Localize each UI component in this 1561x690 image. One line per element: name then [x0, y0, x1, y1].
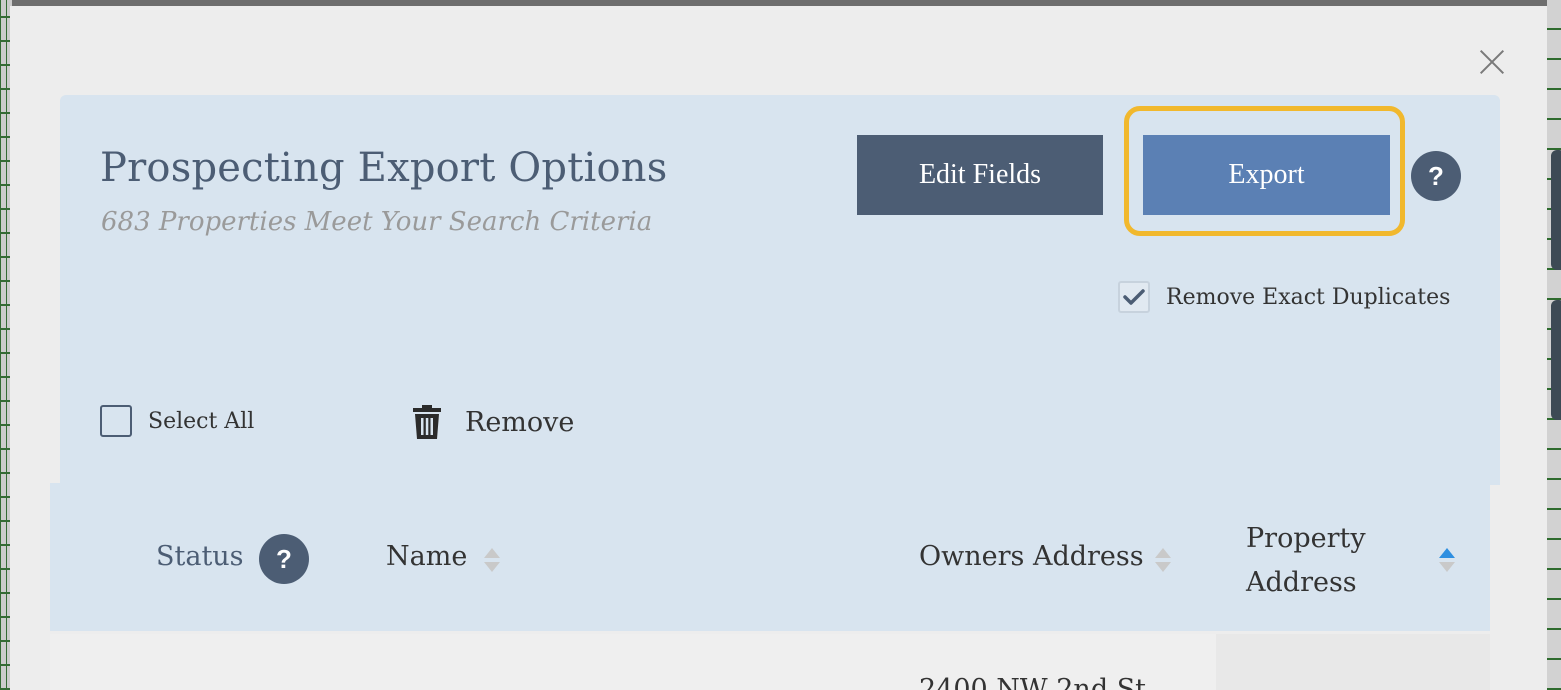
remove-duplicates-checkbox[interactable] — [1118, 281, 1150, 313]
column-header-property-address[interactable]: Property Address — [1246, 517, 1396, 605]
column-header-status: Status — [156, 541, 244, 572]
owners-address-cell: 2400 NW 2nd St — [919, 674, 1147, 690]
table-row[interactable]: 2400 NW 2nd St — [50, 634, 1490, 690]
column-header-owners-address[interactable]: Owners Address — [919, 541, 1144, 572]
remove-duplicates-option[interactable]: Remove Exact Duplicates — [1118, 281, 1450, 313]
select-all-option[interactable]: Select All — [100, 405, 254, 437]
sort-icon[interactable] — [1439, 548, 1455, 574]
status-help-icon[interactable]: ? — [259, 534, 309, 584]
export-help-icon[interactable]: ? — [1411, 151, 1461, 201]
map-control — [1551, 150, 1561, 270]
sort-icon[interactable] — [484, 548, 500, 574]
map-control — [1551, 300, 1561, 420]
table-header: Status ? Name Owners Address Property Ad… — [50, 483, 1490, 631]
select-all-label: Select All — [148, 408, 255, 434]
page-title: Prospecting Export Options — [100, 145, 668, 191]
export-button[interactable]: Export — [1143, 135, 1390, 215]
map-background-right — [1547, 0, 1561, 690]
close-icon[interactable] — [1476, 46, 1508, 78]
edit-fields-button[interactable]: Edit Fields — [857, 135, 1103, 215]
remove-duplicates-label: Remove Exact Duplicates — [1166, 284, 1451, 310]
results-count-subtitle: 683 Properties Meet Your Search Criteria — [101, 207, 653, 237]
column-header-name[interactable]: Name — [386, 541, 467, 572]
check-icon — [1123, 289, 1145, 305]
select-all-checkbox[interactable] — [100, 405, 132, 437]
sort-icon[interactable] — [1155, 548, 1171, 574]
export-options-panel: Prospecting Export Options 683 Propertie… — [60, 95, 1500, 485]
remove-button[interactable]: Remove — [413, 405, 574, 439]
property-address-cell — [1216, 634, 1490, 690]
trash-icon — [413, 405, 441, 439]
remove-label: Remove — [465, 406, 575, 438]
